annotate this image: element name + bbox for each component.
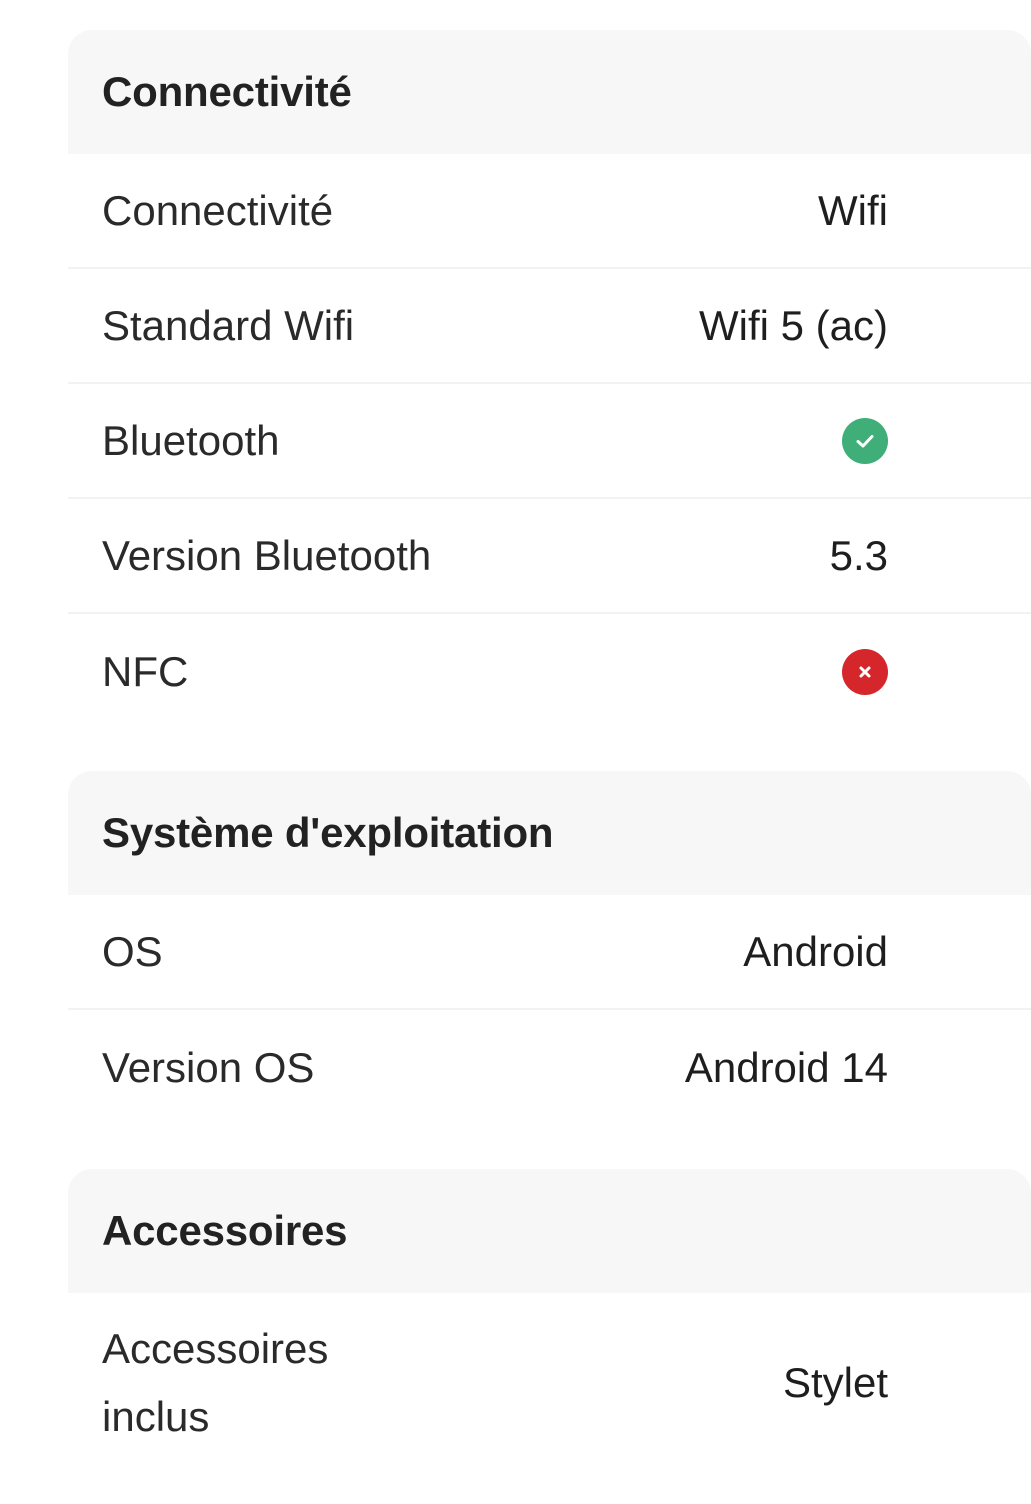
spec-row-nfc: NFC (68, 614, 1031, 729)
section-title: Système d'exploitation (102, 809, 554, 856)
spec-label: Version OS (102, 1043, 315, 1091)
spec-label: Version Bluetooth (102, 531, 432, 579)
spec-row-connectivite: Connectivité Wifi (68, 154, 1031, 269)
spec-label: Bluetooth (102, 416, 280, 464)
spec-value: 5.3 (829, 531, 888, 579)
spec-label: OS (102, 927, 163, 975)
section-header: Connectivité (68, 30, 1031, 154)
spec-row-os: OS Android (68, 895, 1031, 1010)
spec-label: Connectivité (102, 186, 334, 234)
spec-label: Standard Wifi (102, 301, 355, 349)
spec-row-version-bluetooth: Version Bluetooth 5.3 (68, 499, 1031, 614)
section-systeme-exploitation: Système d'exploitation OS Android Versio… (68, 771, 1031, 1125)
spec-value: Wifi 5 (ac) (699, 301, 888, 349)
spec-row-standard-wifi: Standard Wifi Wifi 5 (ac) (68, 269, 1031, 384)
section-header: Accessoires (68, 1169, 1031, 1293)
spec-row-bluetooth: Bluetooth (68, 384, 1031, 499)
section-title: Connectivité (102, 68, 352, 115)
spec-value: Wifi (818, 186, 888, 234)
spec-row-accessoires-inclus: Accessoires inclus Stylet (68, 1293, 1031, 1473)
spec-row-version-os: Version OS Android 14 (68, 1010, 1031, 1125)
spec-label: Accessoires inclus (102, 1325, 329, 1440)
spec-value: Android (743, 927, 888, 975)
section-header: Système d'exploitation (68, 771, 1031, 895)
section-title: Accessoires (102, 1207, 348, 1254)
spec-label: NFC (102, 647, 189, 695)
section-connectivite: Connectivité Connectivité Wifi Standard … (68, 30, 1031, 729)
cross-circle-icon (842, 648, 888, 695)
spec-value: Android 14 (684, 1043, 888, 1091)
section-accessoires: Accessoires Accessoires inclus Stylet (68, 1169, 1031, 1473)
check-circle-icon (842, 417, 888, 464)
spec-value: Stylet (782, 1359, 888, 1406)
